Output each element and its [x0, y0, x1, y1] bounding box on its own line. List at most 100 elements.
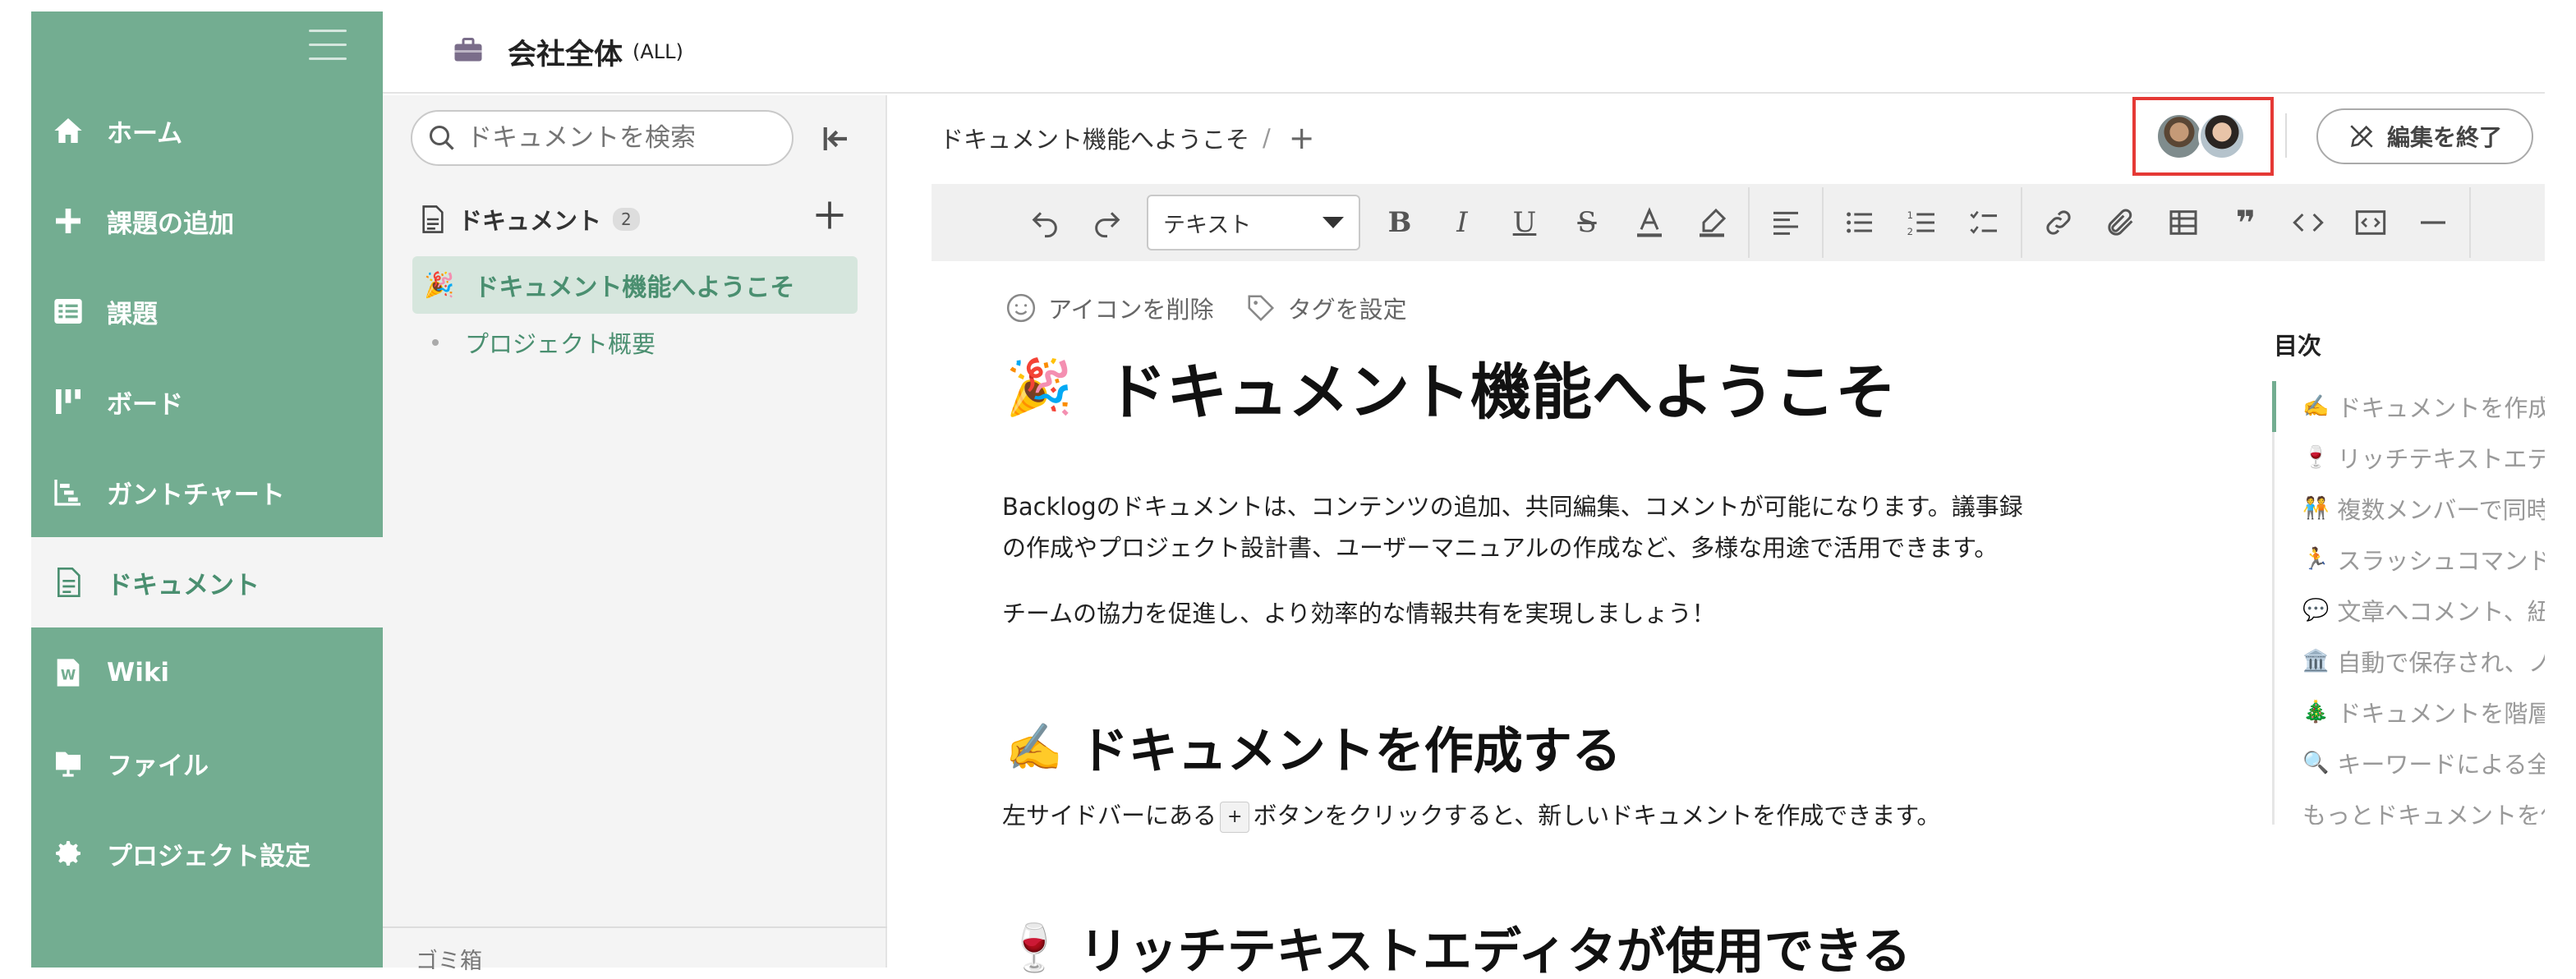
italic-icon[interactable]: I: [1431, 191, 1493, 254]
redo-icon[interactable]: [1076, 191, 1138, 254]
align-left-icon[interactable]: [1755, 191, 1817, 254]
bullet-list-icon[interactable]: [1828, 191, 1891, 254]
quote-icon[interactable]: ❞: [2215, 191, 2277, 254]
sidebar-item-documents[interactable]: ドキュメント: [31, 537, 383, 627]
search-input[interactable]: [467, 123, 762, 153]
collapse-panel-icon[interactable]: [818, 122, 853, 156]
text-style-value: テキスト: [1163, 212, 1252, 238]
paragraph[interactable]: 左サイドバーにある + ボタンをクリックすると、新しいドキュメントを作成できます。: [1002, 795, 2103, 836]
document-icon: [49, 563, 87, 601]
plus-key-badge: +: [1220, 802, 1250, 833]
toc-item-label: 複数メンバーで同時: [2337, 496, 2545, 524]
highlighter-icon[interactable]: [1681, 191, 1743, 254]
document-meta-actions: アイコンを削除 タグを設定: [1005, 291, 1438, 325]
end-edit-label: 編集を終了: [2386, 124, 2502, 151]
attachment-icon[interactable]: [2090, 191, 2152, 254]
code-block-icon[interactable]: [2339, 191, 2402, 254]
document-icon: [422, 205, 444, 233]
toc-item[interactable]: 🔍 キーワードによる全: [2275, 738, 2545, 788]
gantt-icon: [49, 473, 87, 511]
document-tree-item-title: プロジェクト概要: [465, 330, 656, 358]
text-color-icon[interactable]: [1618, 191, 1681, 254]
breadcrumb-add-button[interactable]: +: [1289, 120, 1315, 156]
sidebar-item-label: ボード: [107, 389, 183, 420]
toc-item-label: リッチテキストエデ: [2337, 445, 2545, 473]
toc-item[interactable]: 🏃 スラッシュコマンド: [2275, 534, 2545, 585]
breadcrumb: ドキュメント機能へようこそ / +: [940, 120, 1315, 156]
document-tree-item[interactable]: プロジェクト概要: [432, 325, 656, 360]
toc-item[interactable]: 💬 文章へコメント、紐: [2275, 585, 2545, 636]
toc-item[interactable]: 🏛️ 自動で保存され、ノ: [2275, 636, 2545, 687]
sidebar-item-add-issue[interactable]: 課題の追加: [31, 176, 383, 266]
avatar[interactable]: [2155, 113, 2203, 160]
numbered-list-icon[interactable]: 12: [1891, 191, 1953, 254]
sidebar-item-files[interactable]: ファイル: [31, 718, 383, 808]
project-header: 会社全体 (ALL): [383, 11, 2545, 94]
project-name[interactable]: 会社全体: [508, 31, 623, 73]
toc-item[interactable]: 🍷 リッチテキストエデ: [2275, 432, 2545, 483]
trash-section[interactable]: ゴミ箱: [383, 926, 887, 974]
search-icon: [430, 126, 454, 150]
heading-create-document[interactable]: ✍️ ドキュメントを作成する: [1005, 711, 1622, 783]
toc-item-label: ドキュメントを階層: [2337, 700, 2545, 728]
sidebar-item-project-settings[interactable]: プロジェクト設定: [31, 808, 383, 899]
writing-hand-icon: ✍️: [1005, 720, 1063, 774]
documents-section-title: ドキュメント: [458, 207, 602, 235]
paragraph-line: Backlogのドキュメントは、コンテンツの追加、共同編集、コメントが可能になり…: [1002, 493, 2023, 521]
sidebar-item-gantt[interactable]: ガントチャート: [31, 447, 383, 537]
document-tree-item[interactable]: 🎉 ドキュメント機能へようこそ: [412, 256, 858, 314]
toc-item[interactable]: もっとドキュメントを使: [2275, 788, 2545, 825]
sidebar-item-board[interactable]: ボード: [31, 356, 383, 447]
table-icon[interactable]: [2152, 191, 2215, 254]
paragraph-text: ボタンをクリックすると、新しいドキュメントを作成できます。: [1253, 802, 1941, 830]
people-icon: 🧑‍🤝‍🧑: [2302, 496, 2330, 521]
documents-section-header: ドキュメント 2: [419, 202, 640, 237]
sidebar-item-issues[interactable]: 課題: [31, 266, 383, 356]
pencil-off-icon: [2350, 125, 2373, 148]
party-popper-icon[interactable]: 🎉: [1005, 356, 1073, 420]
toc-item[interactable]: 🎄 ドキュメントを階層: [2275, 687, 2545, 738]
undo-icon[interactable]: [1014, 191, 1076, 254]
sidebar-item-label: Wiki: [107, 658, 170, 687]
heading-text: ドキュメントを作成する: [1079, 723, 1622, 780]
paragraph[interactable]: チームの協力を促進し、より効率的な情報共有を実現しましょう！: [1002, 593, 2103, 634]
end-edit-button[interactable]: 編集を終了: [2316, 108, 2533, 164]
checklist-icon[interactable]: [1953, 191, 2016, 254]
svg-text:W: W: [61, 667, 76, 683]
horizontal-rule-icon[interactable]: [2402, 191, 2464, 254]
heading-rich-text-editor[interactable]: 🍷 リッチテキストエディタが使用できる: [1005, 912, 1911, 979]
strikethrough-icon[interactable]: S: [1556, 191, 1618, 254]
toc-item-label: スラッシュコマンド: [2337, 547, 2545, 575]
toc-title: 目次: [2274, 332, 2322, 360]
toc-item[interactable]: ✍️ ドキュメントを作成: [2272, 381, 2545, 432]
link-icon[interactable]: [2027, 191, 2090, 254]
underline-icon[interactable]: U: [1493, 191, 1556, 254]
chevron-down-icon: [1322, 217, 1344, 228]
bullet-dot: [432, 339, 439, 346]
sidebar-item-wiki[interactable]: W Wiki: [31, 627, 383, 718]
collaborator-avatars[interactable]: [2132, 97, 2274, 176]
heading-text: リッチテキストエディタが使用できる: [1079, 923, 1911, 979]
trash-label: ゴミ箱: [416, 949, 482, 974]
breadcrumb-current[interactable]: ドキュメント機能へようこそ: [940, 121, 1249, 155]
paragraph[interactable]: Backlogのドキュメントは、コンテンツの追加、共同編集、コメントが可能になり…: [1002, 486, 2103, 568]
breadcrumb-separator: /: [1263, 124, 1271, 152]
hamburger-menu-icon[interactable]: [309, 30, 347, 62]
table-of-contents: 目次 ✍️ ドキュメントを作成 🍷 リッチテキストエデ 🧑‍🤝‍🧑 複数メンバーで同時…: [2272, 327, 2545, 825]
add-document-button[interactable]: [812, 197, 848, 233]
document-search[interactable]: [411, 110, 794, 166]
project-key: (ALL): [632, 40, 683, 63]
classical-building-icon: 🏛️: [2302, 649, 2330, 673]
set-tags-button[interactable]: タグを設定: [1245, 291, 1407, 325]
toc-item-label: 自動で保存され、ノ: [2337, 649, 2545, 677]
text-style-select[interactable]: テキスト: [1147, 195, 1360, 250]
remove-icon-button[interactable]: アイコンを削除: [1005, 291, 1214, 325]
code-icon[interactable]: [2277, 191, 2339, 254]
bold-icon[interactable]: B: [1368, 191, 1431, 254]
document-title[interactable]: 🎉 ドキュメント機能へようこそ: [1005, 343, 1896, 431]
tag-icon: [1248, 295, 1274, 322]
sidebar-item-home[interactable]: ホーム: [31, 85, 383, 176]
sidebar-top: [31, 11, 383, 85]
avatar[interactable]: [2198, 113, 2246, 160]
toc-item[interactable]: 🧑‍🤝‍🧑 複数メンバーで同時: [2275, 483, 2545, 534]
